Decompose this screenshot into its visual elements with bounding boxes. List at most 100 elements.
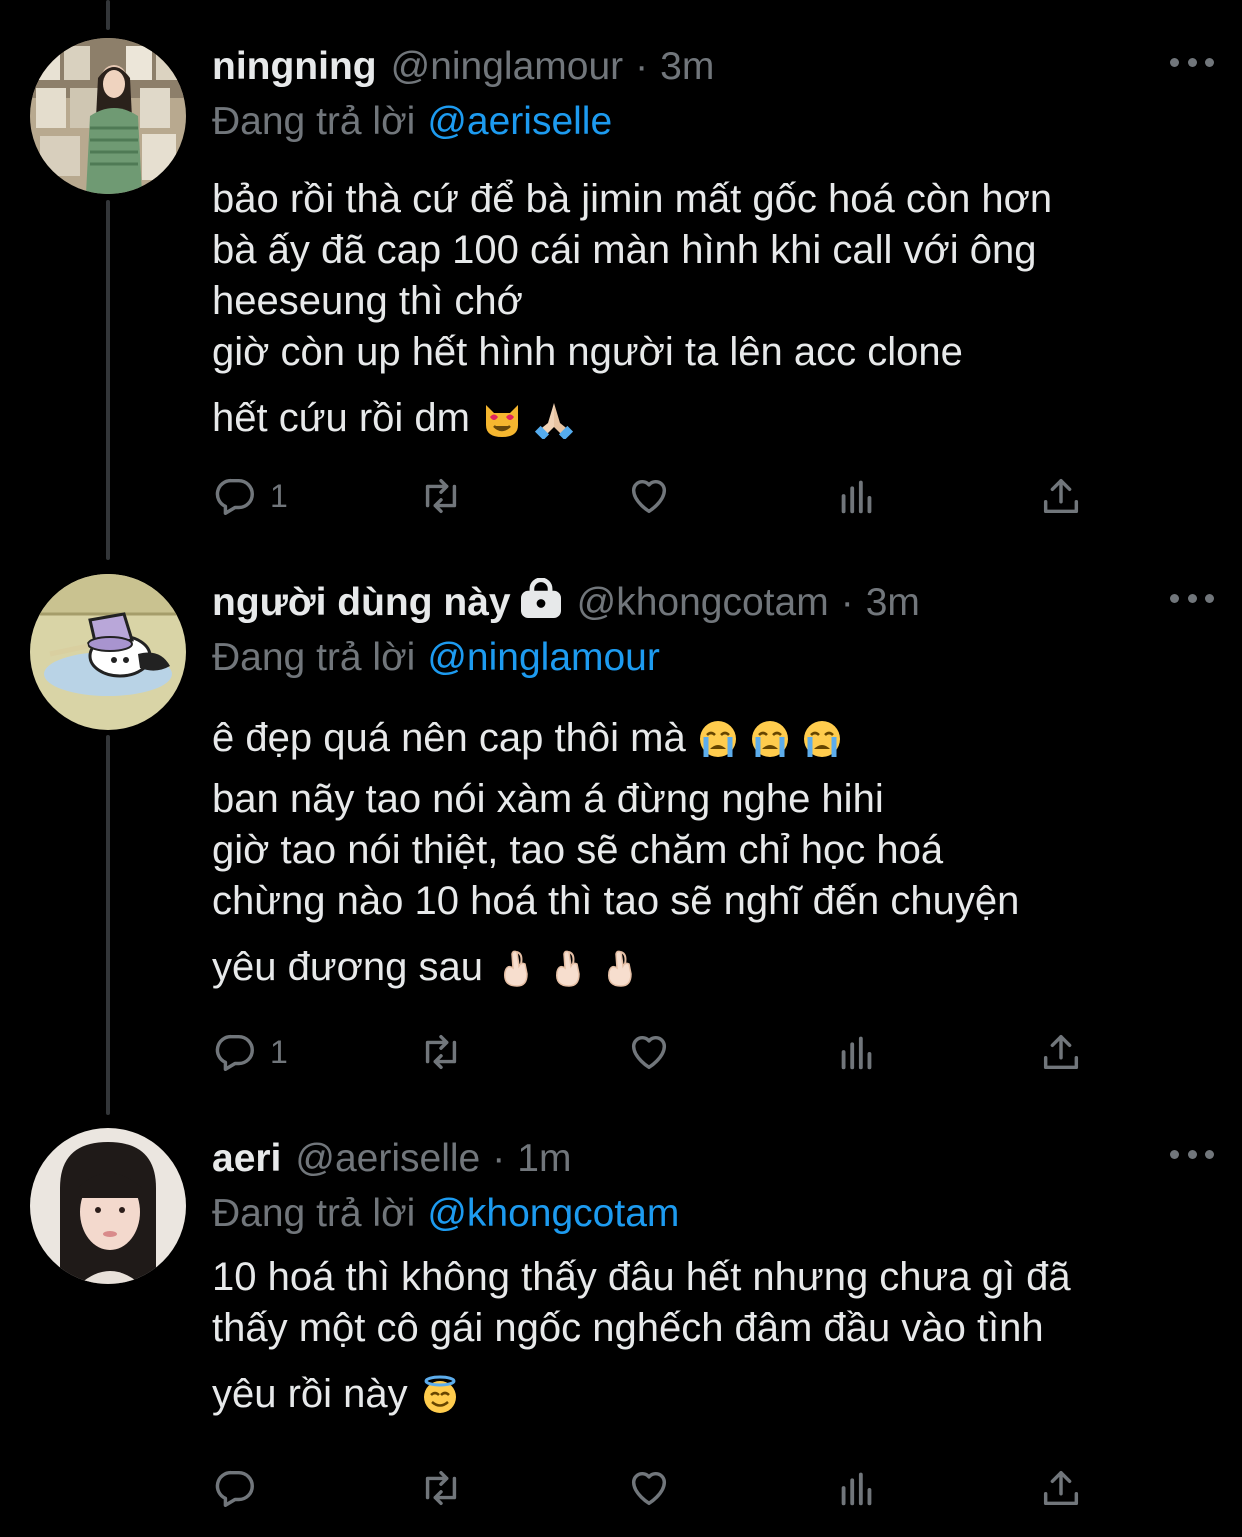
tweet-text-line: chừng nào 10 hoá thì tao sẽ nghĩ đến chu… (212, 879, 1020, 923)
reply-button[interactable]: 1 (212, 472, 288, 520)
reply-button[interactable] (212, 1464, 270, 1512)
lock-icon (519, 577, 563, 628)
analytics-button[interactable] (834, 1028, 880, 1076)
replying-to-handle[interactable]: @khongcotam (427, 1192, 679, 1235)
retweet-button[interactable] (418, 472, 464, 520)
share-button[interactable] (1038, 1464, 1084, 1512)
tweet-text-line: bảo rồi thà cứ để bà jimin mất gốc hoá c… (212, 177, 1053, 221)
avatar[interactable] (30, 574, 186, 730)
replying-to: Đang trả lời @ninglamour (212, 636, 660, 680)
analytics-icon (841, 480, 872, 514)
retweet-icon (425, 1034, 457, 1070)
display-name[interactable]: ningning (212, 45, 377, 89)
retweet-icon (425, 1470, 457, 1506)
separator-dot: · (840, 581, 854, 624)
share-icon (1043, 478, 1079, 514)
heart-icon (631, 1035, 667, 1070)
display-name[interactable]: người dùng này (212, 581, 511, 625)
replying-to-label: Đang trả lời (212, 1192, 416, 1235)
user-handle[interactable]: @ninglamour (391, 45, 624, 89)
like-button[interactable] (626, 1028, 672, 1076)
tweet-text-line: giờ tao nói thiệt, tao sẽ chăm chỉ học h… (212, 828, 944, 872)
tweet-actions: 1 (212, 1028, 1092, 1076)
tweet-text-line: yêu rồi này (212, 1366, 1212, 1422)
reply-count: 1 (270, 1033, 288, 1070)
crying-face-emoji (699, 721, 736, 757)
analytics-icon (841, 1472, 872, 1506)
tweet-text-line: thấy một cô gái ngốc nghếch đâm đầu vào … (212, 1306, 1044, 1350)
replying-to-handle[interactable]: @ninglamour (427, 636, 660, 679)
tweet[interactable]: ningning @ninglamour · 3m Đang trả lời @a… (0, 38, 1242, 538)
avatar-image (30, 574, 186, 730)
more-options-icon[interactable] (1170, 1144, 1214, 1164)
avatar[interactable] (30, 38, 186, 194)
share-icon (1043, 1034, 1079, 1070)
retweet-button[interactable] (418, 1028, 464, 1076)
share-icon (1043, 1470, 1079, 1506)
timestamp[interactable]: 3m (660, 45, 714, 89)
like-button[interactable] (626, 1464, 672, 1512)
thread-line (106, 0, 110, 30)
crossed-fingers-emoji (607, 950, 632, 987)
tweet-text-fragment: yêu rồi này (212, 1372, 408, 1416)
timestamp[interactable]: 1m (517, 1137, 571, 1181)
avatar[interactable] (30, 1128, 186, 1284)
replying-to: Đang trả lời @aeriselle (212, 100, 612, 144)
tweet-text-line: giờ còn up hết hình người ta lên acc clo… (212, 330, 963, 374)
replying-to-label: Đang trả lời (212, 100, 416, 143)
analytics-button[interactable] (834, 472, 880, 520)
replying-to-label: Đang trả lời (212, 636, 416, 679)
tweet[interactable]: người dùng này @khongcotam · 3m Đang trả… (0, 574, 1242, 1084)
tweet-text-line: ê đẹp quá nên cap thôi mà (212, 710, 1212, 766)
reply-icon (215, 478, 254, 515)
tweet-header: aeri @aeriselle · 1m (212, 1134, 1162, 1184)
folded-hands-emoji (534, 403, 574, 439)
separator-dot: · (492, 1137, 506, 1180)
crossed-fingers-emoji (503, 950, 528, 987)
tweet-text-line: yêu đương sau (212, 939, 1212, 995)
reply-count: 1 (270, 477, 288, 514)
tweet-text: ê đẹp quá nên cap thôi mà ban nãy tao nó… (212, 710, 1212, 995)
crying-face-emoji (751, 721, 788, 757)
analytics-icon (841, 1036, 872, 1070)
more-options-icon[interactable] (1170, 588, 1214, 608)
reply-icon (215, 1470, 254, 1507)
tweet-text: bảo rồi thà cứ để bà jimin mất gốc hoá c… (212, 174, 1212, 446)
share-button[interactable] (1038, 1028, 1084, 1076)
avatar-image (30, 1128, 186, 1284)
tweet-text-line: 10 hoá thì không thấy đâu hết nhưng chưa… (212, 1255, 1071, 1299)
tweet-actions: 1 (212, 472, 1092, 520)
display-name[interactable]: aeri (212, 1137, 281, 1181)
more-options-icon[interactable] (1170, 52, 1214, 72)
tweet-text-line: ban nãy tao nói xàm á đừng nghe hihi (212, 777, 884, 821)
tweet-header: ningning @ninglamour · 3m (212, 42, 1162, 92)
share-button[interactable] (1038, 472, 1084, 520)
reply-icon (215, 1034, 254, 1071)
separator-dot: · (635, 45, 649, 88)
tweet-text-fragment: hết cứu rồi dm (212, 396, 470, 440)
tweet-actions (212, 1464, 1092, 1512)
retweet-icon (425, 478, 457, 514)
tweet-text-fragment: yêu đương sau (212, 945, 483, 989)
tweet-text-line: bà ấy đã cap 100 cái màn hình khi call v… (212, 228, 1037, 272)
heart-icon (631, 479, 667, 514)
heart-eyes-cat-emoji (486, 405, 518, 437)
tweet-text: 10 hoá thì không thấy đâu hết nhưng chưa… (212, 1252, 1212, 1422)
tweet-text-line: hết cứu rồi dm (212, 390, 1212, 446)
crying-face-emoji (803, 721, 840, 757)
replying-to: Đang trả lời @khongcotam (212, 1192, 679, 1236)
analytics-button[interactable] (834, 1464, 880, 1512)
reply-button[interactable]: 1 (212, 1028, 288, 1076)
user-handle[interactable]: @khongcotam (577, 581, 829, 625)
avatar-image (30, 38, 186, 194)
tweet-thread: ningning @ninglamour · 3m Đang trả lời @a… (0, 0, 1242, 1537)
timestamp[interactable]: 3m (866, 581, 920, 625)
like-button[interactable] (626, 472, 672, 520)
tweet-text-line: heeseung thì chớ (212, 279, 523, 323)
tweet-header: người dùng này @khongcotam · 3m (212, 577, 1162, 628)
tweet[interactable]: aeri @aeriselle · 1m Đang trả lời @khongc… (0, 1128, 1242, 1530)
heart-icon (631, 1471, 667, 1506)
retweet-button[interactable] (418, 1464, 464, 1512)
replying-to-handle[interactable]: @aeriselle (427, 100, 612, 143)
user-handle[interactable]: @aeriselle (295, 1137, 480, 1181)
